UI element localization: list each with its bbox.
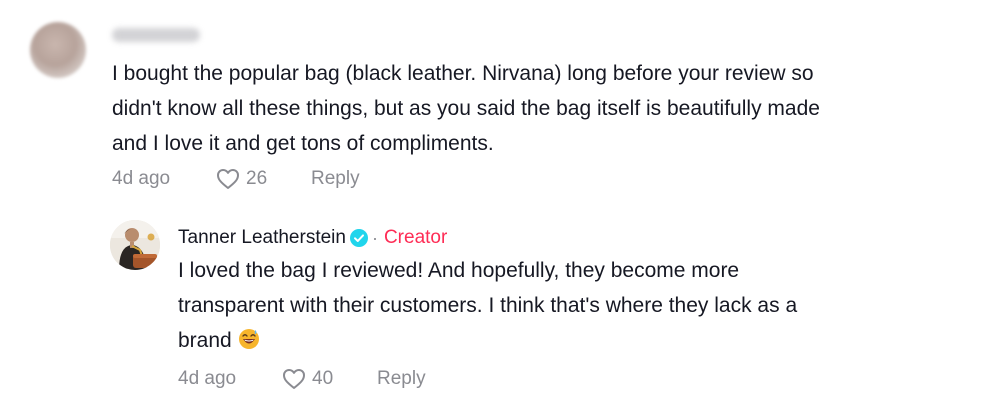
heart-outline-icon [283,369,305,389]
comment-timestamp: 4d ago [178,368,237,389]
comment-text-content: I loved the bag I reviewed! And hopefull… [178,259,798,352]
heart-outline-icon [217,169,239,189]
comment-timestamp: 4d ago [112,168,171,189]
comment-text: I loved the bag I reviewed! And hopefull… [178,253,958,358]
like-count: 40 [312,368,334,389]
like-button[interactable]: 40 [282,368,377,390]
separator-dot: · [371,227,378,248]
like-count: 26 [246,168,268,189]
comment-meta: 4d ago 26 Reply [112,165,360,193]
comment-header: Tanner Leatherstein · Creator [178,226,447,250]
comment-text: I bought the popular bag (black leather.… [112,62,820,155]
creator-avatar-image [110,220,160,270]
avatar[interactable] [110,220,160,270]
like-button[interactable]: 26 [216,168,311,190]
avatar[interactable] [30,22,86,78]
author-name[interactable]: Tanner Leatherstein [178,227,346,249]
grinning-sweat-emoji-icon [238,329,259,349]
reply-button[interactable]: Reply [377,368,426,390]
reply-button[interactable]: Reply [311,168,360,190]
comment-meta: 4d ago 40 Reply [178,365,426,393]
verified-check-icon [349,229,368,247]
username-redacted [112,28,200,42]
creator-badge: Creator [383,227,448,248]
